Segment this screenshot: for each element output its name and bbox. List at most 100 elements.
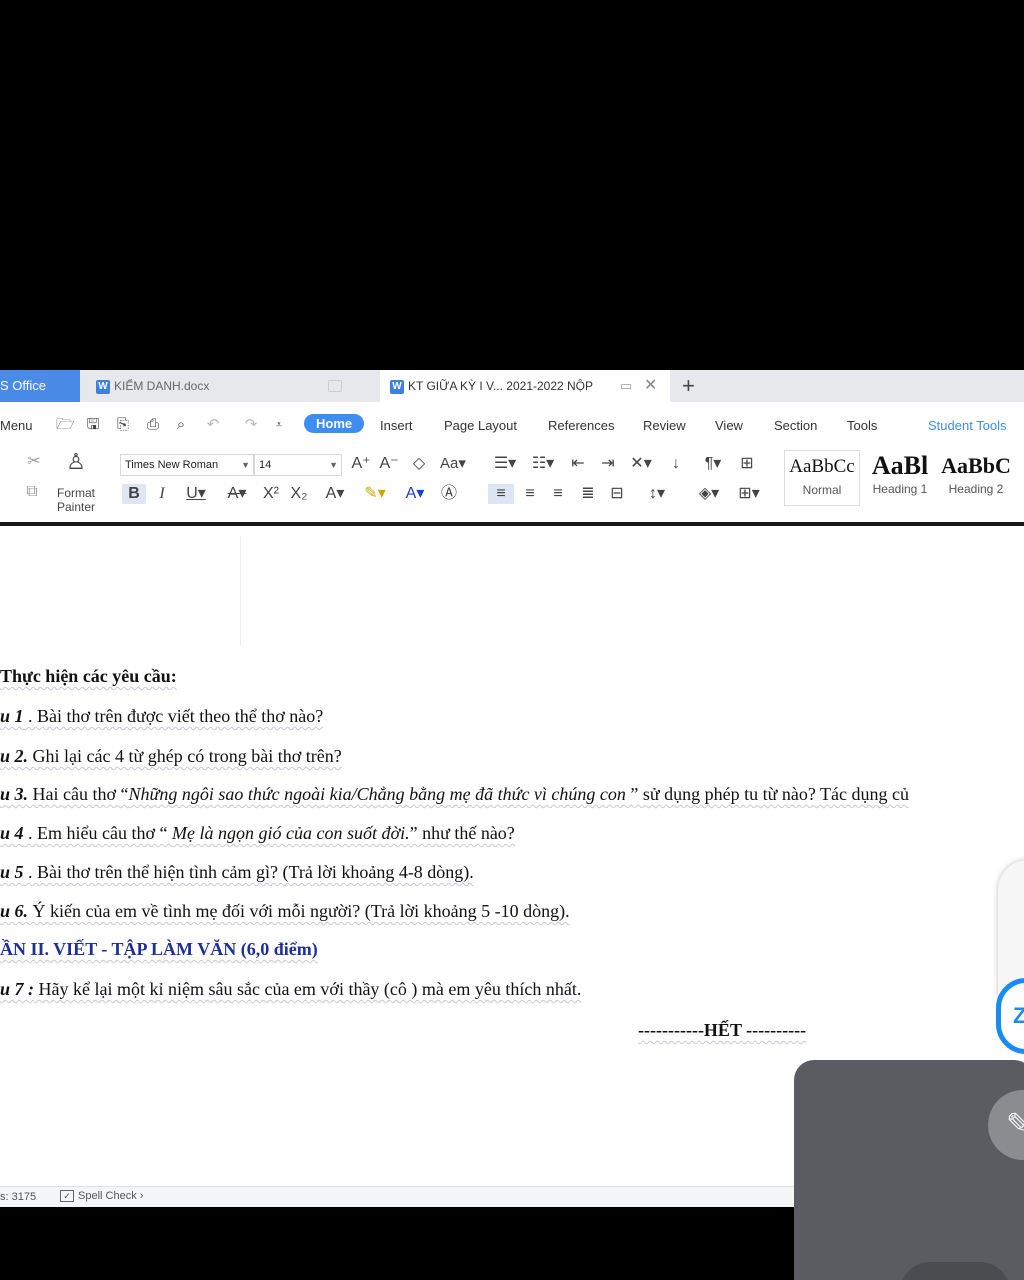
writer-doc-icon: W (390, 379, 404, 394)
style-name: Normal (802, 483, 842, 497)
save-icon[interactable]: 🖫 (84, 416, 102, 434)
question-label: u 7 : (0, 979, 35, 999)
print-icon[interactable]: ⎙ (144, 416, 162, 434)
style-heading-2[interactable]: AaBbC Heading 2 (938, 450, 1014, 506)
question-text: Hãy kể lại một kỉ niệm sâu sắc của em vớ… (34, 979, 582, 999)
question-text-before: . Em hiểu câu thơ “ (23, 823, 172, 843)
align-left-button[interactable]: ≡ (488, 484, 514, 504)
tab-tools[interactable]: Tools (847, 418, 877, 433)
tab-section[interactable]: Section (774, 418, 817, 433)
tab-page-layout[interactable]: Page Layout (444, 418, 517, 433)
tab-home[interactable]: Home (304, 414, 365, 433)
text-effect-button[interactable]: A▾ (318, 484, 352, 504)
align-center-button[interactable]: ≡ (518, 484, 542, 504)
call-control-button[interactable] (900, 1262, 1010, 1280)
align-right-button[interactable]: ≡ (546, 484, 570, 504)
table-grid-icon[interactable]: ⊞ (734, 454, 760, 474)
question-5: u 5 . Bài thơ trên thể hiện tình cảm gì?… (0, 862, 474, 883)
word-count[interactable]: s: 3175 (0, 1191, 36, 1203)
style-sample: AaBl (871, 451, 929, 480)
style-sample: AaBbC (941, 453, 1011, 478)
superscript-button[interactable]: X² (260, 484, 282, 504)
question-quote: Mẹ là ngọn gió của con suốt đời. (172, 823, 410, 843)
change-case-icon[interactable]: Aa▾ (436, 454, 470, 474)
format-painter-icon[interactable]: ♙ (64, 451, 88, 473)
strikethrough-button[interactable]: A▾ (220, 484, 254, 504)
style-heading-1[interactable]: AaBl Heading 1 (862, 450, 938, 506)
writer-doc-icon: W (96, 379, 110, 394)
question-label: u 6. (0, 901, 29, 921)
clear-format-icon[interactable]: ◇ (408, 454, 430, 474)
tab-window-icon[interactable] (328, 380, 342, 392)
font-size-value: 14 (259, 459, 272, 471)
tab-view[interactable]: View (715, 418, 743, 433)
open-folder-icon[interactable]: 🗁 (56, 416, 75, 434)
wps-office-home-tab[interactable]: S Office (0, 370, 80, 402)
question-1: u 1 . Bài thơ trên được viết theo thể th… (0, 706, 323, 727)
style-sample: AaBbCc (789, 456, 855, 477)
font-name-value: Times New Roman (125, 459, 219, 471)
question-label: u 5 (0, 862, 24, 882)
format-painter-button[interactable]: Format Painter (50, 486, 102, 514)
question-text: . Bài thơ trên được viết theo thể thơ nà… (23, 706, 324, 726)
sort-icon[interactable]: ↓ (664, 454, 688, 474)
numbering-icon[interactable]: ☷▾ (526, 454, 560, 474)
pin-tab-icon[interactable]: ▭ (620, 370, 632, 402)
justify-button[interactable]: ≣ (576, 484, 600, 504)
shading-button[interactable]: ◈▾ (692, 484, 726, 504)
distribute-button[interactable]: ⊟ (604, 484, 630, 504)
tab-review[interactable]: Review (643, 418, 686, 433)
font-name-select[interactable]: Times New Roman ▼ (120, 454, 254, 476)
copy-icon[interactable]: ⧉ (22, 482, 42, 502)
question-text-after: ” sử dụng phép tu từ nào? Tác dụng củ (625, 784, 910, 804)
question-text-before: Hai câu thơ “ (28, 784, 129, 804)
main-menu-button[interactable]: Menu (0, 418, 33, 433)
undo-icon[interactable]: ↶ (204, 416, 222, 434)
subscript-button[interactable]: X₂ (288, 484, 310, 504)
new-tab-button[interactable]: + (682, 370, 695, 402)
tab-kt-giua-ky[interactable]: W KT GIỮA KỲ I V... 2021-2022 NỘP ▭ ✕ (380, 370, 670, 402)
tab-references[interactable]: References (548, 418, 614, 433)
grow-font-icon[interactable]: A⁺ (350, 454, 372, 474)
font-size-select[interactable]: 14 ▼ (254, 454, 342, 476)
video-call-panel (794, 1060, 1024, 1280)
style-normal[interactable]: AaBbCc Normal (784, 450, 860, 506)
tab-insert[interactable]: Insert (380, 418, 413, 433)
borders-button[interactable]: ⊞▾ (732, 484, 766, 504)
increase-indent-icon[interactable]: ⇥ (596, 454, 620, 474)
tab-kiem-danh[interactable]: W KIỂM DANH.docx (96, 370, 380, 402)
export-pdf-icon[interactable]: ⎘ (114, 416, 132, 434)
requirements-heading: Thực hiện các yêu cầu: (0, 666, 177, 686)
show-marks-icon[interactable]: ¶▾ (696, 454, 730, 474)
zalo-letter: Z (1013, 1003, 1024, 1028)
tab-bar: S Office W KIỂM DANH.docx W KT GIỮA KỲ I V… (0, 370, 1024, 402)
part-2-heading: ẦN II. VIẾT - TẬP LÀM VĂN (6,0 điểm) (0, 939, 318, 959)
question-label: u 4 (0, 823, 24, 843)
line-spacing-button[interactable]: ↕▾ (640, 484, 674, 504)
customize-toolbar-icon[interactable]: ⩡ (270, 416, 288, 434)
underline-button[interactable]: U▾ (178, 484, 214, 504)
italic-button[interactable]: I (152, 484, 172, 504)
chinese-layout-icon[interactable]: ✕▾ (624, 454, 658, 474)
close-tab-icon[interactable]: ✕ (644, 370, 657, 402)
print-preview-icon[interactable]: ⌕ (172, 416, 190, 434)
question-text: . Bài thơ trên thể hiện tình cảm gì? (Tr… (23, 862, 474, 882)
tab-label: KT GIỮA KỲ I V... 2021-2022 NỘP (408, 379, 594, 393)
bullets-icon[interactable]: ☰▾ (488, 454, 522, 474)
decrease-indent-icon[interactable]: ⇤ (566, 454, 590, 474)
tab-student-tools[interactable]: Student Tools (928, 418, 1007, 433)
question-2: u 2. Ghi lại các 4 từ ghép có trong bài … (0, 746, 342, 767)
highlight-color-button[interactable]: ✎▾ (358, 484, 392, 504)
cut-icon[interactable]: ✂ (24, 452, 44, 472)
question-6: u 6. Ý kiến của em về tình mẹ đối với mỗ… (0, 901, 570, 922)
bold-button[interactable]: B (122, 484, 146, 504)
character-border-button[interactable]: Ⓐ (438, 484, 460, 504)
redo-icon[interactable]: ↷ (242, 416, 260, 434)
home-ribbon: ✂ ⧉ ♙ Format Painter Times New Roman ▼ 14… (0, 448, 1024, 520)
spell-check-label: Spell Check (78, 1190, 137, 1202)
font-color-button[interactable]: A▾ (398, 484, 432, 504)
shrink-font-icon[interactable]: A⁻ (378, 454, 400, 474)
spell-check-toggle[interactable]: ✓ Spell Check › (60, 1190, 143, 1203)
style-name: Heading 2 (948, 482, 1004, 496)
end-marker: -----------HẾT ---------- (638, 1020, 807, 1040)
